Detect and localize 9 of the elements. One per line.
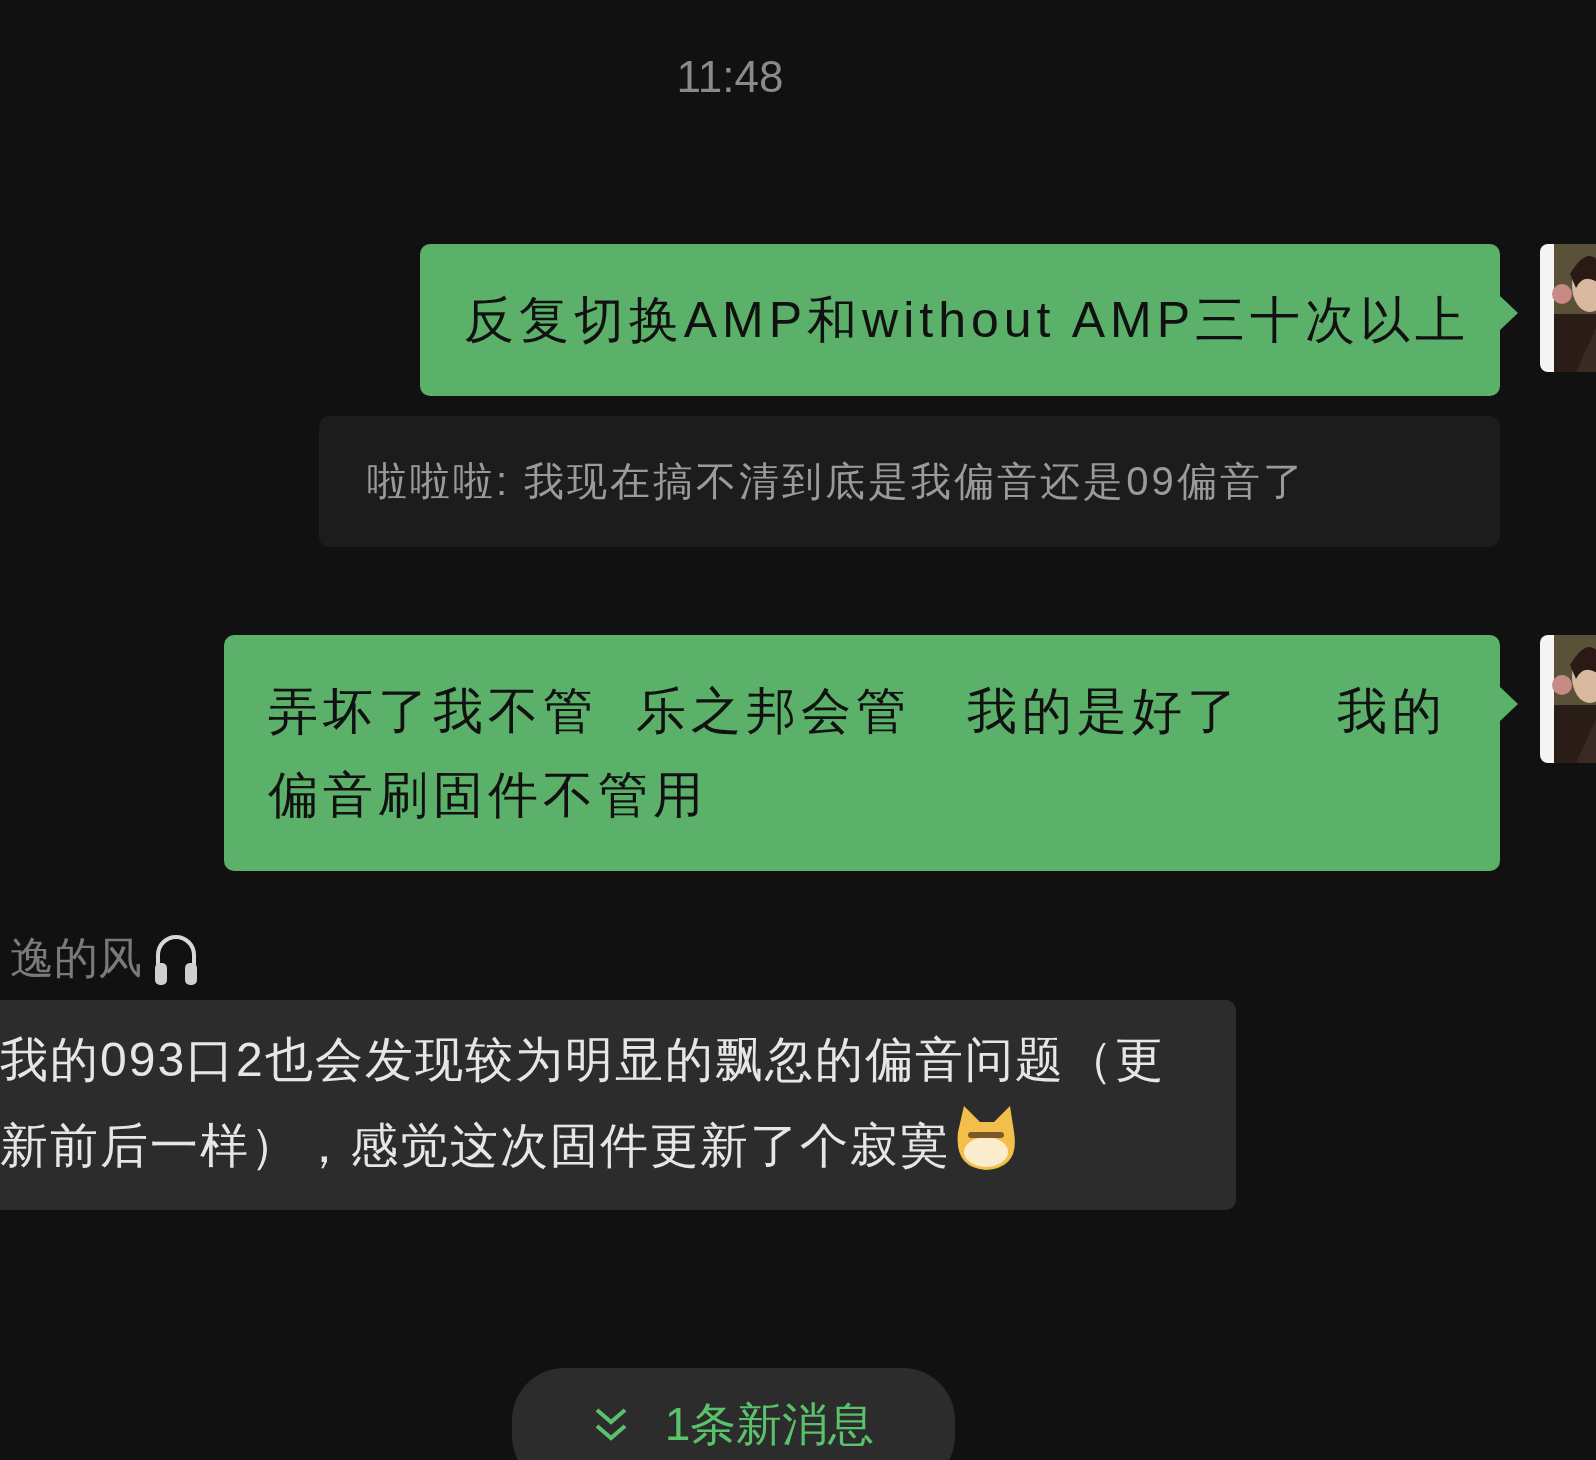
timestamp: 11:48	[676, 52, 784, 102]
new-messages-button[interactable]: 1条新消息	[512, 1368, 955, 1460]
sender-name: 逸的风	[10, 932, 142, 984]
quoted-message: 啦啦啦: 我现在搞不清到底是我偏音还是09偏音了	[319, 416, 1500, 547]
message-bubble: 弄坏了我不管 乐之邦会管 我的是好了 我的偏音刷固件不管用	[224, 635, 1500, 871]
message-bubble: 我的093口2也会发现较为明显的飘忽的偏音问题（更新前后一样），感觉这次固件更新了个寂寞	[0, 1000, 1236, 1210]
message-bubble: 反复切换AMP和without AMP三十次以上	[419, 244, 1500, 396]
bubble-tail	[1500, 296, 1518, 330]
bubble-tail	[1500, 687, 1518, 721]
